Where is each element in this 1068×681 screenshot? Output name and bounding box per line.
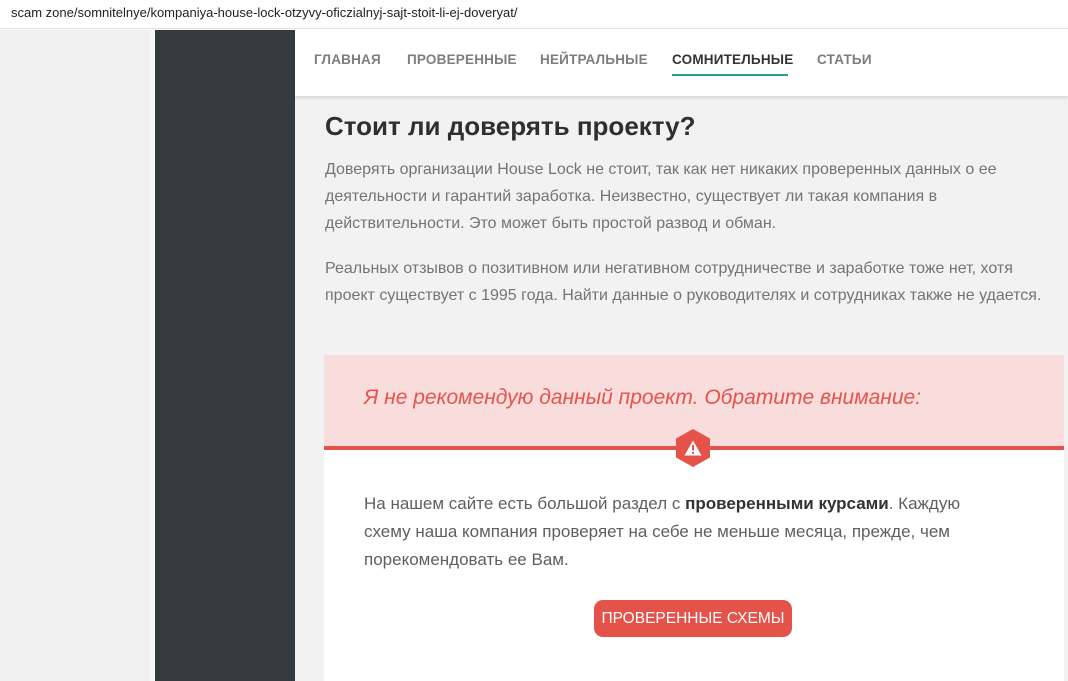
warning-icon: [676, 429, 710, 467]
main-content: Стоит ли доверять проекту? Доверять орга…: [295, 96, 1068, 681]
nav-item-home[interactable]: ГЛАВНАЯ: [314, 52, 381, 67]
dark-sidebar: [155, 30, 295, 681]
nav-item-neutral[interactable]: НЕЙТРАЛЬНЫЕ: [540, 52, 648, 67]
verified-courses-text: проверенными курсами: [685, 494, 889, 513]
nav-item-verified[interactable]: ПРОВЕРЕННЫЕ: [407, 52, 517, 67]
section-heading: Стоит ли доверять проекту?: [325, 111, 696, 141]
address-bar[interactable]: scam zone/somnitelnye/kompaniya-house-lo…: [0, 0, 1068, 29]
notice-body: На нашем сайте есть большой раздел с про…: [364, 490, 1004, 574]
top-navigation: ГЛАВНАЯ ПРОВЕРЕННЫЕ НЕЙТРАЛЬНЫЕ СОМНИТЕЛ…: [295, 30, 1068, 96]
nav-item-articles[interactable]: СТАТЬИ: [817, 52, 872, 67]
notice-text: На нашем сайте есть большой раздел с: [364, 494, 686, 513]
article-paragraph: Реальных отзывов о позитивном или негати…: [325, 260, 1042, 304]
nav-item-doubtful[interactable]: СОМНИТЕЛЬНЫЕ: [672, 52, 793, 67]
article-paragraph: Доверять организации House Lock не стоит…: [325, 161, 997, 232]
active-tab-indicator: [672, 74, 788, 76]
warning-notice: Я не рекомендую данный проект. Обратите …: [324, 355, 1064, 681]
notice-title: Я не рекомендую данный проект. Обратите …: [364, 386, 922, 409]
verified-schemes-button[interactable]: ПРОВЕРЕННЫЕ СХЕМЫ: [594, 600, 792, 637]
left-blank-area: [0, 30, 150, 681]
url-text: scam zone/somnitelnye/kompaniya-house-lo…: [11, 5, 518, 20]
